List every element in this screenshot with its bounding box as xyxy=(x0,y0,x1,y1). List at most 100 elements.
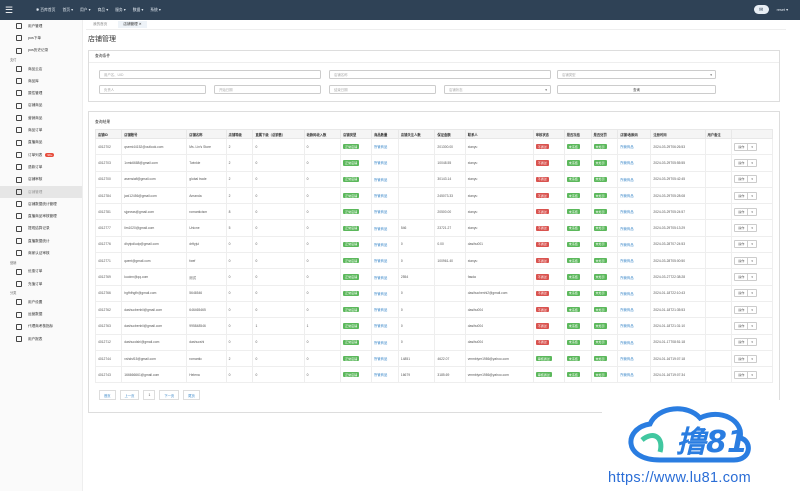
sidebar-item[interactable]: 退款订单 xyxy=(0,161,82,173)
code-link[interactable]: 所管商品 xyxy=(620,145,633,149)
code-link[interactable]: 所管商品 xyxy=(620,373,633,377)
chat-icon[interactable]: ✉ xyxy=(753,5,769,14)
action-button[interactable]: 操作 xyxy=(735,274,747,280)
chevron-down-icon[interactable]: ▾ xyxy=(747,290,756,297)
goods-link[interactable]: 所管商品 xyxy=(374,178,387,182)
goods-link[interactable]: 所管商品 xyxy=(374,194,387,198)
chevron-down-icon[interactable]: ▾ xyxy=(747,306,756,313)
hamburger-menu-icon[interactable]: ☰ xyxy=(0,0,18,20)
code-link[interactable]: 所管商品 xyxy=(620,276,633,280)
goods-link[interactable]: 所管商品 xyxy=(374,357,387,361)
action-button[interactable]: 操作 xyxy=(735,241,747,247)
action-dropdown[interactable]: 操作 ▾ xyxy=(734,207,757,216)
sidebar-item[interactable]: 订单列表 99+ xyxy=(0,149,82,161)
code-link[interactable]: 所管商品 xyxy=(620,194,633,198)
code-link[interactable]: 所管商品 xyxy=(620,357,633,361)
page-prev[interactable]: 上一页 xyxy=(119,390,140,401)
action-dropdown[interactable]: 操作 ▾ xyxy=(734,158,757,167)
chevron-down-icon[interactable]: ▾ xyxy=(747,192,756,199)
action-button[interactable]: 操作 xyxy=(735,209,747,215)
sidebar-item[interactable]: 运营数据 xyxy=(0,309,82,321)
goods-link[interactable]: 所管商品 xyxy=(374,292,387,296)
sidebar-item[interactable]: pos下单 xyxy=(0,32,82,44)
top-nav-users[interactable]: 用户 ▾ xyxy=(80,7,91,13)
action-button[interactable]: 操作 xyxy=(735,144,747,150)
action-dropdown[interactable]: 操作 ▾ xyxy=(734,338,757,347)
user-menu[interactable]: reset ▾ xyxy=(777,7,788,12)
owner-input[interactable]: 负责人 xyxy=(99,85,206,94)
chevron-down-icon[interactable]: ▾ xyxy=(747,371,756,378)
sidebar-item[interactable]: 代理商考核指标 xyxy=(0,321,82,333)
chevron-down-icon[interactable]: ▾ xyxy=(747,143,756,150)
chevron-down-icon[interactable]: ▾ xyxy=(747,176,756,183)
sidebar-item[interactable]: 用户管理 xyxy=(0,20,82,32)
code-link[interactable]: 所管商品 xyxy=(620,292,633,296)
action-dropdown[interactable]: 操作 ▾ xyxy=(734,321,757,330)
top-nav-system[interactable]: 系统 ▾ xyxy=(150,7,161,13)
action-dropdown[interactable]: 操作 ▾ xyxy=(734,224,757,233)
page-last[interactable]: 尾页 xyxy=(183,390,200,401)
sidebar-item[interactable]: 商品库 xyxy=(0,75,82,87)
top-nav-goods[interactable]: 商品 ▾ xyxy=(98,7,109,13)
code-link[interactable]: 所管商品 xyxy=(620,324,633,328)
top-nav-service[interactable]: 服务 ▾ xyxy=(115,7,126,13)
query-button[interactable]: 查询 xyxy=(557,85,716,94)
tab-store-management[interactable]: 店铺管理 ✕ xyxy=(118,21,147,28)
action-button[interactable]: 操作 xyxy=(735,225,747,231)
sidebar-item[interactable]: 用户报表 xyxy=(0,333,82,345)
action-button[interactable]: 操作 xyxy=(735,339,747,345)
sidebar-item[interactable]: 店铺审核 xyxy=(0,174,82,186)
start-date-input[interactable]: 开始日期 xyxy=(214,85,321,94)
code-link[interactable]: 所管商品 xyxy=(620,259,633,263)
sidebar-item[interactable]: 商品云店 xyxy=(0,63,82,75)
action-button[interactable]: 操作 xyxy=(735,160,747,166)
page-current[interactable]: 1 xyxy=(143,390,156,401)
sidebar-item[interactable]: 店铺商品 xyxy=(0,100,82,112)
sidebar-item[interactable]: 店铺管理 xyxy=(0,185,82,199)
action-button[interactable]: 操作 xyxy=(735,307,747,313)
top-nav-home[interactable]: ✱ 百库首页 xyxy=(36,7,55,13)
goods-link[interactable]: 所管商品 xyxy=(374,373,387,377)
action-button[interactable]: 操作 xyxy=(735,372,747,378)
chevron-down-icon[interactable]: ▾ xyxy=(747,339,756,346)
page-first[interactable]: 首页 xyxy=(99,390,116,401)
goods-link[interactable]: 所管商品 xyxy=(374,210,387,214)
action-dropdown[interactable]: 操作 ▾ xyxy=(734,142,757,151)
chevron-down-icon[interactable]: ▾ xyxy=(747,159,756,166)
code-link[interactable]: 所管商品 xyxy=(620,178,633,182)
status-select[interactable]: 店铺状态 xyxy=(444,85,551,94)
action-dropdown[interactable]: 操作 ▾ xyxy=(734,256,757,265)
goods-link[interactable]: 所管商品 xyxy=(374,161,387,165)
top-nav-index[interactable]: 首页 ▾ xyxy=(62,7,73,13)
chevron-down-icon[interactable]: ▾ xyxy=(747,257,756,264)
sidebar-item[interactable]: 商品订单 xyxy=(0,124,82,136)
code-link[interactable]: 所管商品 xyxy=(620,308,633,312)
action-dropdown[interactable]: 操作 ▾ xyxy=(734,175,757,184)
chevron-down-icon[interactable]: ▾ xyxy=(747,225,756,232)
sidebar-item[interactable]: 店铺数据统计管理 xyxy=(0,198,82,210)
action-button[interactable]: 操作 xyxy=(735,258,747,264)
chevron-down-icon[interactable]: ▾ xyxy=(747,241,756,248)
top-nav-data[interactable]: 数据 ▾ xyxy=(133,7,144,13)
user-id-input[interactable]: 用户名、UID xyxy=(99,70,321,79)
store-type-select[interactable]: 店铺类型 xyxy=(557,70,716,79)
sidebar-item[interactable]: pos历史记录 xyxy=(0,45,82,57)
action-button[interactable]: 操作 xyxy=(735,356,747,362)
sidebar-item[interactable]: 用户设置 xyxy=(0,296,82,308)
action-button[interactable]: 操作 xyxy=(735,290,747,296)
code-link[interactable]: 所管商品 xyxy=(620,341,633,345)
action-dropdown[interactable]: 操作 ▾ xyxy=(734,289,757,298)
chevron-down-icon[interactable]: ▾ xyxy=(747,208,756,215)
store-name-input[interactable]: 店铺名称 xyxy=(329,70,551,79)
action-dropdown[interactable]: 操作 ▾ xyxy=(734,273,757,282)
goods-link[interactable]: 所管商品 xyxy=(374,227,387,231)
chevron-down-icon[interactable]: ▾ xyxy=(747,274,756,281)
chevron-down-icon[interactable]: ▾ xyxy=(747,355,756,362)
sidebar-item[interactable]: 商家认证审核 xyxy=(0,247,82,259)
action-dropdown[interactable]: 操作 ▾ xyxy=(734,305,757,314)
end-date-input[interactable]: 结束日期 xyxy=(329,85,436,94)
action-button[interactable]: 操作 xyxy=(735,193,747,199)
chevron-down-icon[interactable]: ▾ xyxy=(747,322,756,329)
action-dropdown[interactable]: 操作 ▾ xyxy=(734,191,757,200)
action-dropdown[interactable]: 操作 ▾ xyxy=(734,370,757,379)
